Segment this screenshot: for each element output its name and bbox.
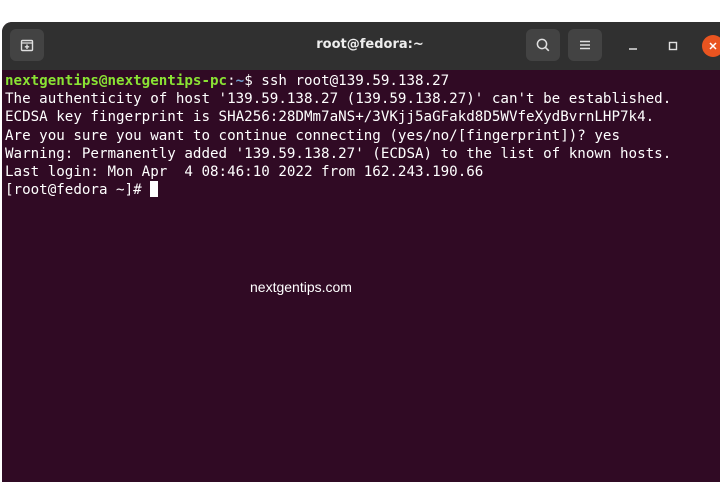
- remote-prompt-line: [root@fedora ~]#: [5, 181, 720, 199]
- text-cursor: [150, 181, 159, 198]
- watermark-text: nextgentips.com: [250, 279, 352, 295]
- output-line: Last login: Mon Apr 4 08:46:10 2022 from…: [5, 163, 484, 180]
- output-line: Are you sure you want to continue connec…: [5, 127, 620, 144]
- new-tab-button[interactable]: [10, 29, 44, 61]
- command-text: ssh root@139.59.138.27: [261, 73, 450, 89]
- terminal-output[interactable]: nextgentips@nextgentips-pc:~$ ssh root@1…: [2, 70, 720, 482]
- remote-prompt: [root@fedora ~]#: [5, 182, 151, 199]
- new-tab-icon: [20, 39, 34, 52]
- hamburger-menu-icon: [580, 40, 590, 50]
- menu-button[interactable]: [568, 29, 602, 61]
- prompt-symbol: $: [244, 73, 262, 89]
- maximize-button[interactable]: [662, 35, 684, 57]
- search-icon: [536, 38, 550, 52]
- output-line: The authenticity of host '139.59.138.27 …: [5, 91, 672, 108]
- close-button[interactable]: [702, 35, 720, 57]
- terminal-window: root@fedora:~ nextgentips@nextgentips-pc…: [2, 22, 720, 482]
- window-title: root@fedora:~: [316, 37, 424, 52]
- minimize-button[interactable]: [622, 35, 644, 57]
- output-line: ECDSA key fingerprint is SHA256:28DMm7aN…: [5, 109, 655, 126]
- minimize-icon: [629, 48, 637, 50]
- output-line: Warning: Permanently added '139.59.138.2…: [5, 145, 672, 162]
- maximize-icon: [668, 41, 678, 51]
- command-line: nextgentips@nextgentips-pc:~$ ssh root@1…: [5, 72, 720, 90]
- prompt-user-host: nextgentips@nextgentips-pc: [5, 73, 228, 89]
- close-icon: [709, 42, 717, 50]
- prompt-separator: :: [227, 73, 236, 89]
- search-button[interactable]: [526, 29, 560, 61]
- title-bar[interactable]: root@fedora:~: [2, 22, 720, 70]
- prompt-path: ~: [235, 73, 245, 89]
